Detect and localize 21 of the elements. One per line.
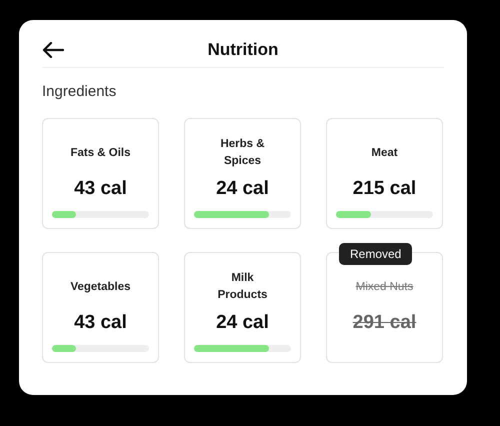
calorie-value: 24 cal (216, 177, 269, 201)
removed-badge: Removed (339, 243, 412, 265)
ingredient-name: Fats & Oils (70, 146, 131, 160)
arrow-left-icon (42, 42, 64, 58)
ingredient-name: Herbs & Spices (219, 137, 266, 169)
calorie-value: 215 cal (352, 177, 416, 201)
ingredient-name: Meat (371, 146, 398, 160)
ingredient-card[interactable]: Vegetables 43 cal (42, 252, 159, 363)
ingredient-name: Milk Products (216, 271, 268, 303)
ingredient-card[interactable]: Milk Products 24 cal (184, 252, 301, 363)
calorie-value: 291 cal (352, 311, 416, 335)
section-title: Ingredients (42, 83, 116, 100)
ingredient-card[interactable]: Herbs & Spices 24 cal (184, 118, 301, 229)
ingredient-card[interactable]: Fats & Oils 43 cal (42, 118, 159, 229)
ingredient-name: Mixed Nuts (356, 280, 414, 294)
calorie-value: 24 cal (216, 311, 269, 335)
calorie-value: 43 cal (74, 311, 127, 335)
ingredient-card[interactable]: Meat 215 cal (326, 118, 443, 229)
page-title: Nutrition (208, 38, 278, 61)
ingredient-name: Vegetables (70, 280, 131, 294)
calorie-value: 43 cal (74, 177, 127, 201)
